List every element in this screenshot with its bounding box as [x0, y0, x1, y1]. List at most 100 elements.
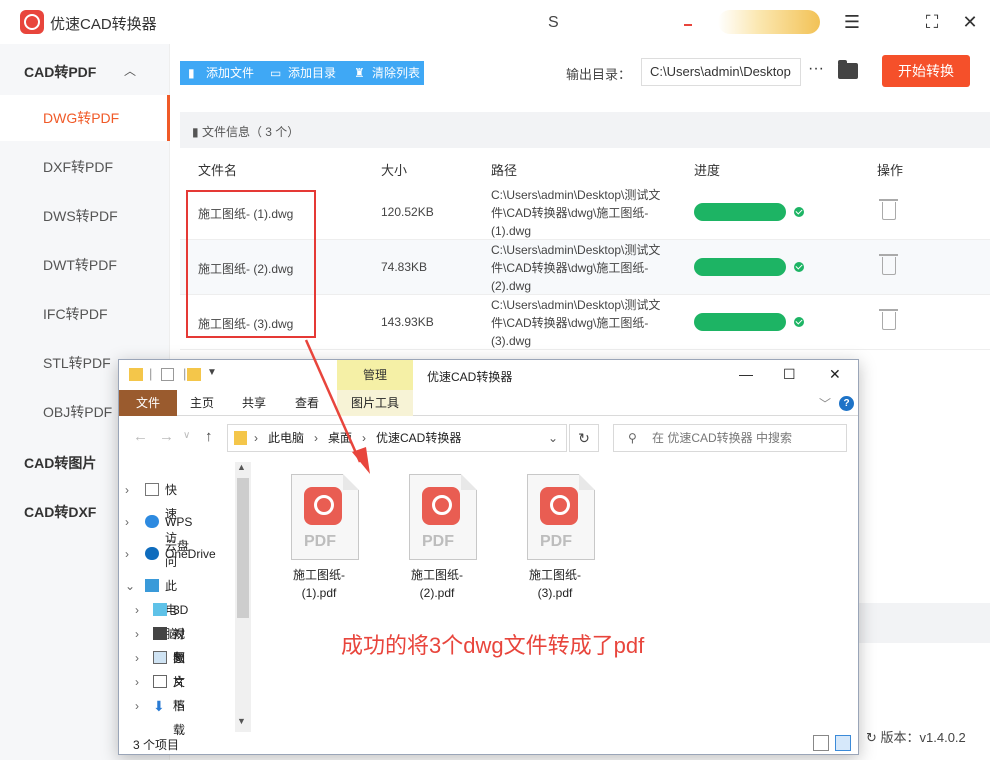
- up-arrow-icon[interactable]: ↑: [205, 428, 213, 445]
- file-size-cell: 120.52KB: [381, 205, 434, 219]
- add-file-icon: ▮: [188, 66, 195, 80]
- expand-icon[interactable]: ›: [135, 598, 149, 622]
- chevron-up-icon[interactable]: ︿: [124, 62, 136, 79]
- this-pc-icon: [145, 579, 159, 592]
- sidebar-item-dwg-pdf[interactable]: DWG转PDF: [0, 95, 170, 141]
- sidebar-item-dws-pdf[interactable]: DWS转PDF: [0, 193, 170, 239]
- panel-footer-strip: [855, 603, 990, 643]
- add-directory-label: 添加目录: [288, 66, 337, 80]
- ribbon-tabs: 文件 主页 共享 查看 图片工具 ﹀ ?: [119, 390, 858, 416]
- tab-share[interactable]: 共享: [229, 390, 279, 416]
- expand-icon[interactable]: ›: [125, 510, 139, 534]
- pdf-file-item[interactable]: PDF 施工图纸- (3).pdf: [505, 474, 605, 604]
- breadcrumb-this-pc[interactable]: 此电脑: [268, 425, 304, 451]
- expand-icon[interactable]: ›: [135, 622, 149, 646]
- file-size-cell: 74.83KB: [381, 260, 428, 274]
- large-icons-view-icon[interactable]: [835, 735, 851, 751]
- file-path-cell: C:\Users\admin\Desktop\测试文件\CAD转换器\dwg\施…: [491, 243, 661, 293]
- check-icon: [794, 317, 804, 327]
- sidebar-item-dwt-pdf[interactable]: DWT转PDF: [0, 242, 170, 288]
- notification-dot: [684, 24, 692, 26]
- tab-picture-tools[interactable]: 图片工具: [337, 390, 413, 416]
- delete-icon[interactable]: [879, 254, 898, 275]
- sidebar-group-cad-pdf[interactable]: CAD转PDF: [24, 62, 96, 82]
- close-icon[interactable]: ✕: [958, 10, 982, 34]
- manage-tab[interactable]: 管理: [337, 360, 413, 390]
- collapse-icon[interactable]: ⌄: [125, 574, 139, 598]
- chevron-down-icon[interactable]: ﹀: [819, 395, 831, 412]
- nav-scrollbar-thumb[interactable]: [237, 478, 249, 618]
- tab-view[interactable]: 查看: [281, 390, 333, 416]
- output-path-field[interactable]: C:\Users\admin\Desktop: [641, 58, 801, 86]
- app-title: 优速CAD转换器: [50, 16, 157, 33]
- delete-icon[interactable]: [879, 309, 898, 330]
- tab-file[interactable]: 文件: [119, 390, 177, 416]
- properties-icon[interactable]: [161, 368, 174, 381]
- sidebar-item-ifc-pdf[interactable]: IFC转PDF: [0, 291, 170, 337]
- chevron-down-icon[interactable]: ⌄: [548, 425, 558, 451]
- delete-icon[interactable]: [879, 199, 898, 220]
- refresh-button[interactable]: ↻: [569, 424, 599, 452]
- explorer-title: 优速CAD转换器: [427, 370, 513, 384]
- minimize-icon[interactable]: —: [739, 366, 753, 382]
- explorer-title-bar: | | ▼ 管理 优速CAD转换器 — ☐ ✕: [119, 360, 858, 390]
- search-input[interactable]: ⚲ 在 优速CAD转换器 中搜索: [613, 424, 847, 452]
- document-icon: ▮: [192, 125, 202, 139]
- more-options-icon[interactable]: ···: [808, 60, 824, 78]
- output-directory-label: 输出目录：: [566, 67, 632, 82]
- add-file-button[interactable]: ▮ 添加文件: [180, 61, 260, 85]
- check-icon: [794, 207, 804, 217]
- sidebar-item-dxf-pdf[interactable]: DXF转PDF: [0, 144, 170, 190]
- expand-icon[interactable]: ›: [125, 478, 139, 502]
- help-icon[interactable]: ?: [839, 396, 854, 411]
- user-account-pill[interactable]: [718, 10, 820, 34]
- breadcrumb-current-folder[interactable]: 优速CAD转换器: [376, 425, 461, 451]
- download-icon: ⬇: [153, 698, 165, 714]
- breadcrumb-desktop[interactable]: 桌面: [328, 425, 352, 451]
- status-item-count: 3 个项目: [133, 738, 180, 752]
- pdf-file-item[interactable]: PDF 施工图纸- (1).pdf: [269, 474, 369, 604]
- wps-pdf-badge-icon: [304, 487, 342, 525]
- new-folder-icon[interactable]: [187, 368, 201, 381]
- expand-icon[interactable]: ›: [125, 542, 139, 566]
- onedrive-icon: [145, 547, 159, 560]
- app-logo-icon: [20, 10, 44, 34]
- column-header-name: 文件名: [198, 163, 238, 178]
- add-directory-button[interactable]: ▭ 添加目录: [262, 61, 344, 85]
- file-name: 施工图纸- (3).pdf: [529, 568, 581, 600]
- menu-icon[interactable]: ☰: [840, 10, 864, 34]
- back-arrow-icon[interactable]: ←: [133, 428, 148, 445]
- file-path-cell: C:\Users\admin\Desktop\测试文件\CAD转换器\dwg\施…: [491, 298, 661, 348]
- folder-icon[interactable]: [838, 60, 858, 79]
- details-view-icon[interactable]: [813, 735, 829, 751]
- maximize-icon[interactable]: ⛶: [920, 10, 944, 34]
- clear-list-button[interactable]: ♜ 清除列表: [346, 61, 424, 85]
- scroll-down-icon[interactable]: ▼: [237, 716, 246, 726]
- expand-icon[interactable]: ›: [135, 646, 149, 670]
- maximize-icon[interactable]: ☐: [783, 366, 796, 383]
- search-icon: ⚲: [628, 431, 637, 445]
- expand-icon[interactable]: ›: [135, 694, 149, 718]
- quick-access-icon: [145, 483, 159, 496]
- expand-icon[interactable]: ›: [135, 670, 149, 694]
- address-bar[interactable]: › 此电脑 › 桌面 › 优速CAD转换器 ⌄: [227, 424, 567, 452]
- file-name: 施工图纸- (1).pdf: [293, 568, 345, 600]
- recent-dropdown-icon[interactable]: ∨: [183, 430, 190, 441]
- forward-arrow-icon[interactable]: →: [159, 428, 174, 445]
- sidebar-group-cad-dxf[interactable]: CAD转DXF: [24, 502, 96, 522]
- pdf-file-item[interactable]: PDF 施工图纸- (2).pdf: [387, 474, 487, 604]
- search-placeholder: 在 优速CAD转换器 中搜索: [652, 431, 793, 445]
- file-path-cell: C:\Users\admin\Desktop\测试文件\CAD转换器\dwg\施…: [491, 188, 661, 238]
- close-icon[interactable]: ✕: [829, 366, 841, 383]
- separator: |: [183, 366, 187, 381]
- refresh-icon[interactable]: ↻: [866, 730, 881, 745]
- file-count-label: ▮ 文件信息（ 3 个）: [192, 125, 300, 139]
- quick-access-toolbar-dropdown-icon[interactable]: ▼: [207, 367, 217, 378]
- address-bar-row: ← → ∨ ↑ › 此电脑 › 桌面 › 优速CAD转换器 ⌄ ↻ ⚲ 在 优速…: [119, 416, 858, 460]
- sidebar-group-cad-image[interactable]: CAD转图片: [24, 453, 96, 473]
- scroll-up-icon[interactable]: ▲: [237, 462, 246, 472]
- brand-s-icon: S: [548, 14, 559, 31]
- start-convert-button[interactable]: 开始转换: [882, 55, 970, 87]
- tab-home[interactable]: 主页: [177, 390, 227, 416]
- document-icon: [153, 675, 167, 688]
